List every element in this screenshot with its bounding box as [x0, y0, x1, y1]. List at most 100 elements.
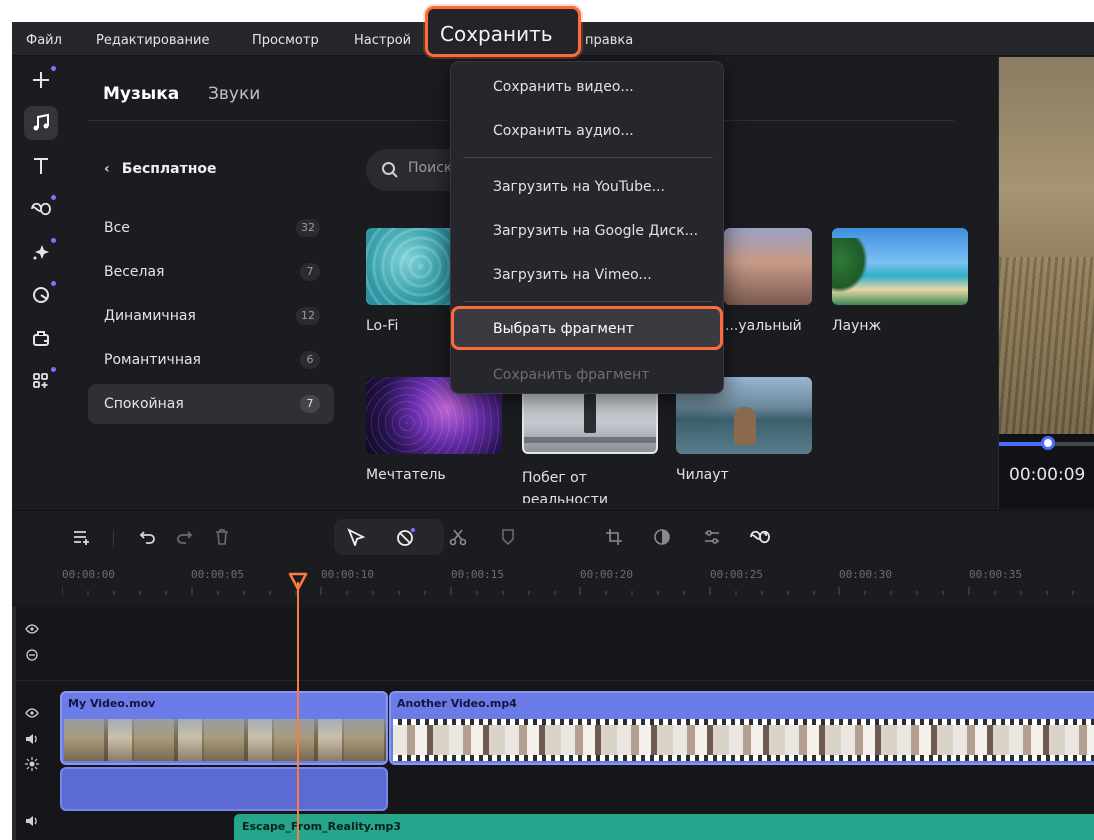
- eye-icon[interactable]: [25, 623, 39, 637]
- select-tool-icon[interactable]: [342, 523, 370, 551]
- volume-icon[interactable]: [25, 733, 39, 748]
- menu-view[interactable]: Просмотр: [252, 33, 319, 48]
- category-label: Спокойная: [104, 396, 184, 412]
- ruler-label: 00:00:15: [451, 568, 504, 581]
- link-icon[interactable]: [25, 649, 39, 664]
- save-video-item[interactable]: Сохранить видео...: [451, 64, 723, 108]
- ruler-label: 00:00:35: [969, 568, 1022, 581]
- menu-settings[interactable]: Настрой: [354, 33, 411, 48]
- menu-item-label: Загрузить на Google Диск...: [493, 223, 699, 239]
- audio-clip[interactable]: Escape_From_Reality.mp3: [234, 814, 1094, 840]
- color-icon[interactable]: [648, 523, 676, 551]
- track-title: Мечтатель: [366, 467, 446, 483]
- menu-edit[interactable]: Редактирование: [96, 33, 209, 48]
- track-title: ...уальный: [725, 318, 802, 334]
- save-dropdown-menu: Сохранить видео... Сохранить аудио... За…: [450, 61, 724, 394]
- volume-icon[interactable]: [25, 815, 39, 830]
- select-fragment-item[interactable]: Выбрать фрагмент: [451, 306, 723, 350]
- new-badge-dot: [51, 281, 56, 286]
- category-calm[interactable]: Спокойная 7: [88, 384, 334, 424]
- video-clip[interactable]: Another Video.mp4: [389, 691, 1094, 765]
- category-header-label: Бесплатное: [121, 161, 217, 177]
- upload-google-drive-item[interactable]: Загрузить на Google Диск...: [451, 208, 723, 252]
- ruler-label: 00:00:20: [580, 568, 633, 581]
- menu-separator: [463, 301, 713, 302]
- audio-clip-name: Escape_From_Reality.mp3: [242, 820, 402, 833]
- tab-sounds[interactable]: Звуки: [208, 84, 260, 104]
- video-clip[interactable]: My Video.mov: [60, 691, 388, 765]
- track-title: Побег от реальности: [522, 470, 608, 503]
- tool-rail: [12, 57, 74, 509]
- transition-icon[interactable]: [746, 523, 774, 551]
- music-icon[interactable]: [24, 106, 58, 140]
- category-dynamic[interactable]: Динамичная 12: [88, 296, 334, 336]
- menu-save[interactable]: Сохранить: [425, 6, 581, 57]
- ruler-label: 00:00:30: [839, 568, 892, 581]
- crop-icon[interactable]: [600, 523, 628, 551]
- save-fragment-item[interactable]: Сохранить фрагмент: [451, 352, 723, 396]
- back-to-free-button[interactable]: ‹ Бесплатное: [104, 161, 217, 177]
- track-title: Чилаут: [676, 467, 729, 483]
- chevron-left-icon: ‹: [104, 161, 110, 177]
- search-icon: [382, 162, 398, 178]
- menu-item-label: Загрузить на Vimeo...: [493, 267, 652, 283]
- menu-separator: [463, 157, 713, 158]
- upload-vimeo-item[interactable]: Загрузить на Vimeo...: [451, 252, 723, 296]
- clip-frames: [393, 719, 1094, 761]
- category-count: 6: [300, 351, 320, 369]
- video-preview: 00:00:09: [998, 57, 1094, 509]
- track-row-empty: [12, 607, 1094, 681]
- redo-icon[interactable]: [170, 523, 198, 551]
- seek-knob[interactable]: [1041, 436, 1055, 450]
- menu-file[interactable]: Файл: [26, 33, 62, 48]
- track-title: Лаунж: [832, 318, 882, 334]
- preview-frame-texture: [999, 257, 1094, 434]
- seek-bar[interactable]: [999, 436, 1094, 450]
- shield-icon[interactable]: [494, 523, 522, 551]
- new-badge-dot: [51, 195, 56, 200]
- preview-timecode: 00:00:09: [1009, 465, 1086, 485]
- stickers-icon[interactable]: [24, 278, 58, 312]
- playhead-line: [297, 582, 299, 840]
- more-icon[interactable]: [24, 364, 58, 398]
- category-cheerful[interactable]: Веселая 7: [88, 252, 334, 292]
- text-icon[interactable]: [24, 149, 58, 183]
- cut-icon[interactable]: [444, 523, 472, 551]
- category-label: Веселая: [104, 264, 165, 280]
- undo-icon[interactable]: [134, 523, 162, 551]
- new-badge-dot: [51, 66, 56, 71]
- menu-item-label: Сохранить аудио...: [493, 123, 634, 139]
- eye-icon[interactable]: [25, 707, 39, 721]
- export-icon[interactable]: [24, 321, 58, 355]
- transitions-icon[interactable]: [24, 192, 58, 226]
- marker-tool-icon[interactable]: [392, 523, 420, 551]
- track-header-strip: [12, 607, 16, 840]
- clip-name: Another Video.mp4: [397, 697, 517, 710]
- category-romantic[interactable]: Романтичная 6: [88, 340, 334, 380]
- delete-icon[interactable]: [208, 523, 236, 551]
- add-icon[interactable]: [24, 63, 58, 97]
- category-count: 12: [296, 307, 320, 325]
- menu-item-label: Сохранить фрагмент: [493, 367, 650, 383]
- ruler-label: 00:00:00: [62, 568, 115, 581]
- ruler-label: 00:00:10: [321, 568, 374, 581]
- upload-youtube-item[interactable]: Загрузить на YouTube...: [451, 164, 723, 208]
- menu-help[interactable]: правка: [585, 33, 633, 48]
- save-menu-label: Сохранить: [440, 22, 553, 46]
- add-track-icon[interactable]: [68, 523, 96, 551]
- effects-icon[interactable]: [24, 235, 58, 269]
- category-all[interactable]: Все 32: [88, 208, 334, 248]
- track-thumbnail: [832, 228, 968, 305]
- tab-music[interactable]: Музыка: [103, 84, 179, 104]
- seek-progress: [999, 442, 1047, 446]
- save-audio-item[interactable]: Сохранить аудио...: [451, 108, 723, 152]
- category-count: 32: [296, 219, 320, 237]
- adjust-icon[interactable]: [698, 523, 726, 551]
- clip-name: My Video.mov: [68, 697, 156, 710]
- track-thumbnail: [724, 228, 812, 305]
- playhead-handle[interactable]: [288, 572, 308, 592]
- category-count: 7: [300, 395, 320, 413]
- category-label: Романтичная: [104, 352, 201, 368]
- effects-track-icon[interactable]: [25, 757, 39, 774]
- video-audio-clip[interactable]: [60, 767, 388, 811]
